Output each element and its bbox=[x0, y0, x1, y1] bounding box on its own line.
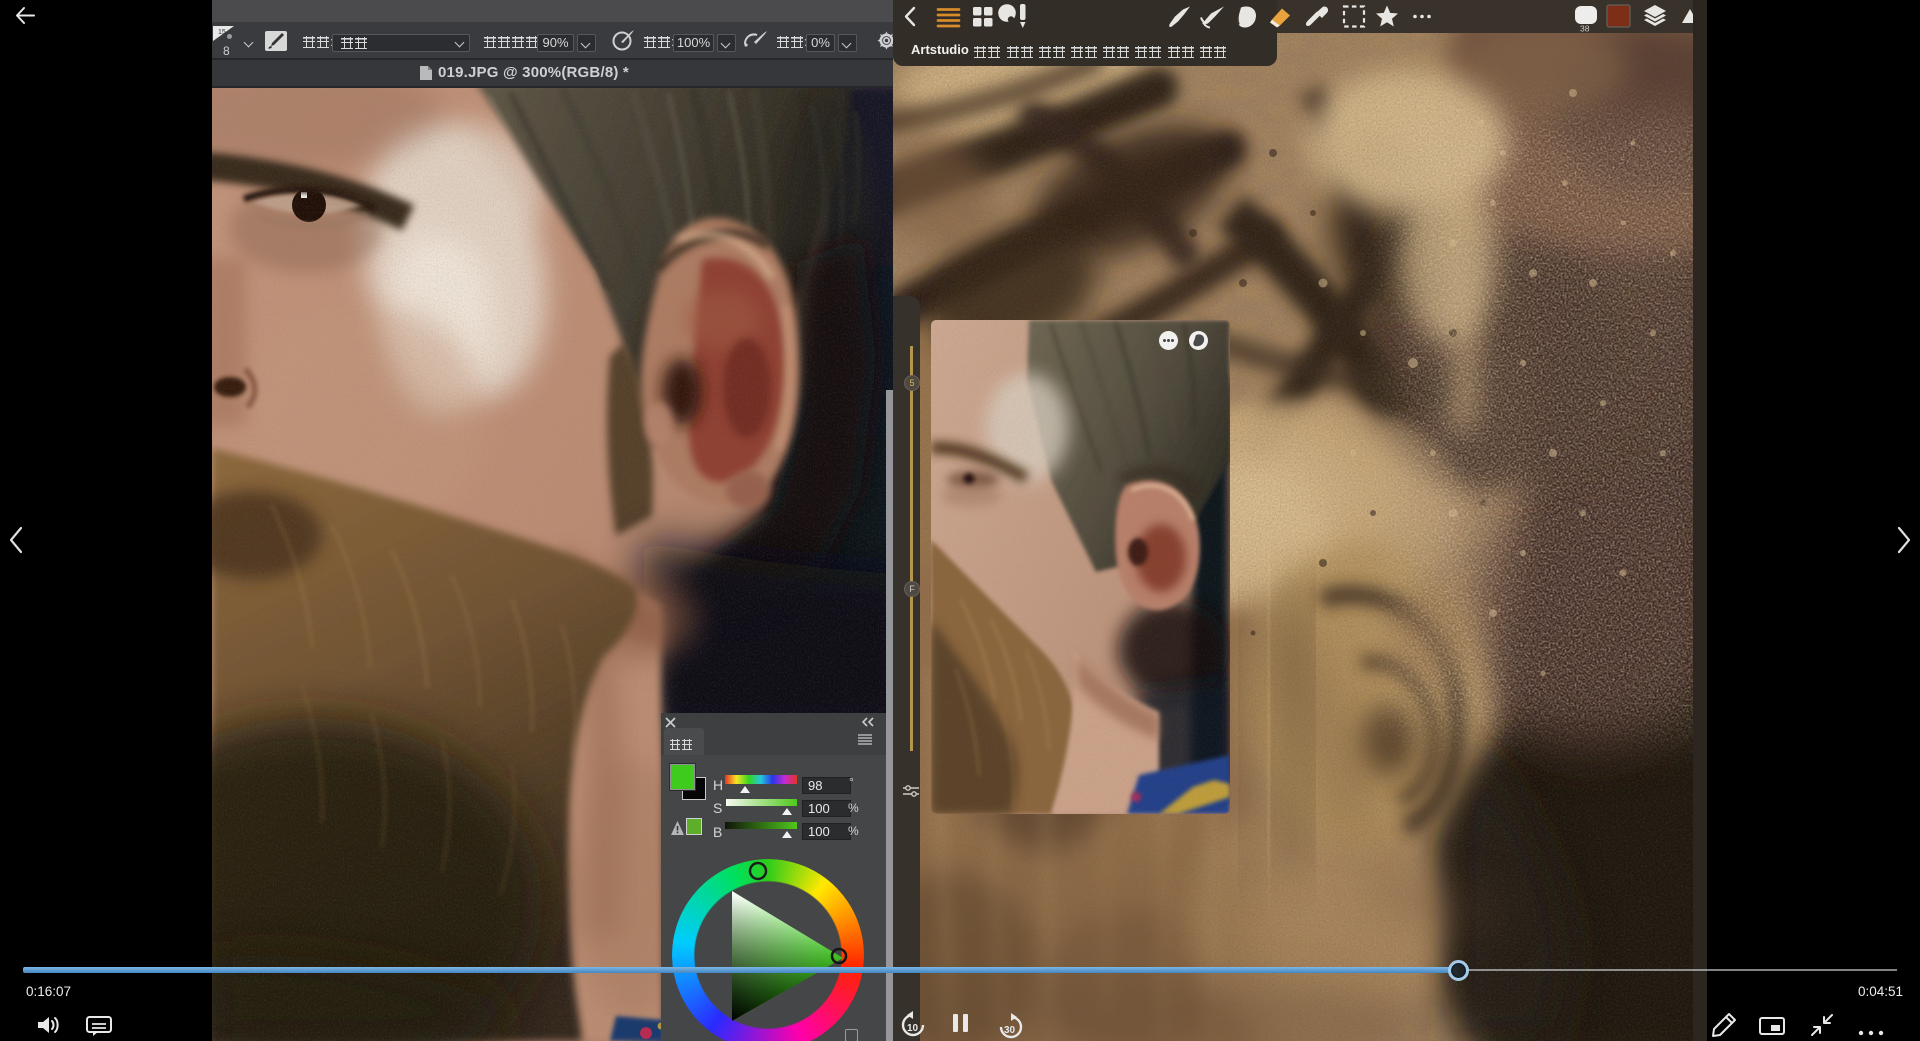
svg-text:10: 10 bbox=[907, 1023, 919, 1034]
svg-text:30: 30 bbox=[1004, 1025, 1016, 1036]
svg-text:38: 38 bbox=[1580, 24, 1590, 34]
svg-text:15: 15 bbox=[218, 29, 226, 36]
